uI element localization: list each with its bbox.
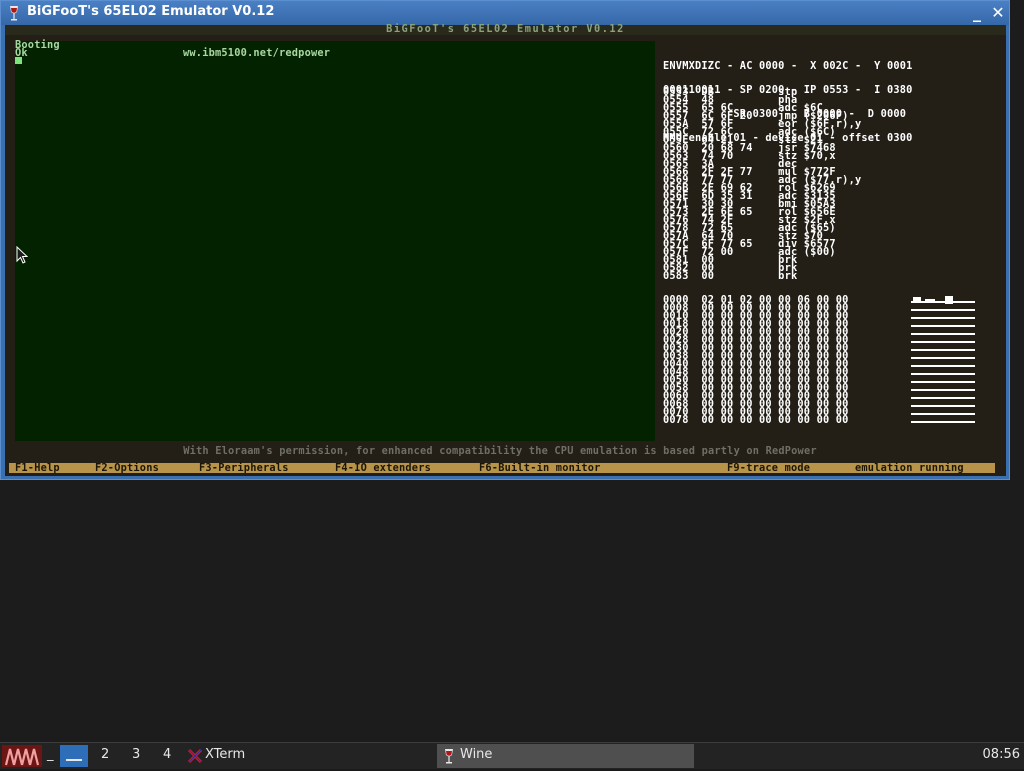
- taskbar-task-xterm[interactable]: XTerm: [184, 744, 434, 768]
- taskbar: _ 2 3 4 XTerm Wine 08:56: [0, 742, 1024, 769]
- memory-map-mark: [913, 297, 921, 303]
- f1-help-key[interactable]: F1-Help: [15, 463, 60, 473]
- register-line: ENVMXDIZC - AC 0000 - X 002C - Y 0001: [663, 60, 913, 72]
- memory-map-row: [911, 357, 975, 359]
- memory-map-graphic: [911, 296, 975, 423]
- memory-map-row: [911, 381, 975, 383]
- memory-map-row: [911, 341, 975, 343]
- memory-map-row: [911, 349, 975, 351]
- f2-options-key[interactable]: F2-Options: [95, 463, 159, 473]
- f4-io-extenders-key[interactable]: F4-IO extenders: [335, 463, 431, 473]
- memory-map-row: [911, 317, 975, 319]
- mouse-pointer-icon: [16, 246, 28, 264]
- disassembly-line: 0583 00 brk: [663, 270, 798, 282]
- start-menu-button[interactable]: [2, 745, 42, 767]
- workspace-2-button[interactable]: 2: [101, 747, 109, 762]
- window-title: BiGFooT's 65EL02 Emulator V0.12: [27, 4, 275, 19]
- close-button[interactable]: ✕: [989, 3, 1007, 23]
- memory-map-mark: [945, 296, 953, 304]
- memory-hexdump: 0000 02 01 02 00 00 06 00 00 0008 00 00 0…: [663, 295, 849, 426]
- f3-peripherals-key[interactable]: F3-Peripherals: [199, 463, 289, 473]
- text-cursor: [15, 57, 22, 64]
- memory-map-row: [911, 365, 975, 367]
- clock: 08:56: [982, 747, 1020, 762]
- desktop: BiGFooT's 65EL02 Emulator V0.12 _ ✕ BiGF…: [0, 0, 1024, 769]
- f9-trace-mode-key[interactable]: F9-trace mode: [727, 463, 810, 473]
- function-key-bar: F1-Help F2-Options F3-Peripherals F4-IO …: [9, 463, 995, 473]
- window-titlebar[interactable]: BiGFooT's 65EL02 Emulator V0.12 _ ✕: [1, 1, 1009, 25]
- task-label-xterm: XTerm: [205, 747, 246, 762]
- workspace-1-button[interactable]: [60, 745, 88, 767]
- taskbar-task-wine[interactable]: Wine: [437, 744, 694, 768]
- memory-map-row: [911, 389, 975, 391]
- workspace-3-button[interactable]: 3: [132, 747, 140, 762]
- wine-glass-icon: [10, 6, 18, 21]
- menu-logo-icon: [4, 748, 40, 766]
- screen-url: ww.ibm5100.net/redpower: [183, 47, 331, 59]
- memory-map-mark: [925, 299, 935, 303]
- memory-map-row: [911, 397, 975, 399]
- emulation-status: emulation running: [855, 462, 964, 474]
- memory-map-row: [911, 413, 975, 415]
- xterm-icon: [187, 748, 203, 764]
- emulator-window: BiGFooT's 65EL02 Emulator V0.12 _ ✕ BiGF…: [0, 0, 1010, 480]
- emulator-client-area: BiGFooT's 65EL02 Emulator V0.12 Booting …: [5, 24, 1006, 476]
- memory-map-row: [911, 325, 975, 327]
- memory-map-row: [911, 373, 975, 375]
- f6-built-in-monitor-key[interactable]: F6-Built-in monitor: [479, 463, 601, 473]
- memory-map-row: [911, 333, 975, 335]
- memory-map-row: [911, 421, 975, 423]
- disassembly-listing: 0553 DB stp 0554 48 pha 0555 65 6C adc $6C…: [663, 87, 861, 282]
- screen-line-ok: Ok: [15, 47, 28, 59]
- minimize-button[interactable]: _: [968, 3, 986, 23]
- permission-notice: With Eloraam's permission, for enhanced …: [183, 445, 817, 457]
- emulator-banner: BiGFooT's 65EL02 Emulator V0.12: [5, 24, 1006, 35]
- workspace-4-button[interactable]: 4: [163, 747, 171, 762]
- wine-glass-icon: [445, 749, 453, 764]
- emulated-screen[interactable]: Booting Ok ww.ibm5100.net/redpower: [15, 40, 655, 441]
- memory-map-row: [911, 405, 975, 407]
- task-label-wine: Wine: [460, 747, 493, 762]
- hexdump-line: 0078 00 00 00 00 00 00 00 00: [663, 414, 849, 426]
- memory-map-row: [911, 309, 975, 311]
- workspace-window-indicator: [66, 759, 82, 761]
- minimized-indicator[interactable]: _: [47, 747, 54, 762]
